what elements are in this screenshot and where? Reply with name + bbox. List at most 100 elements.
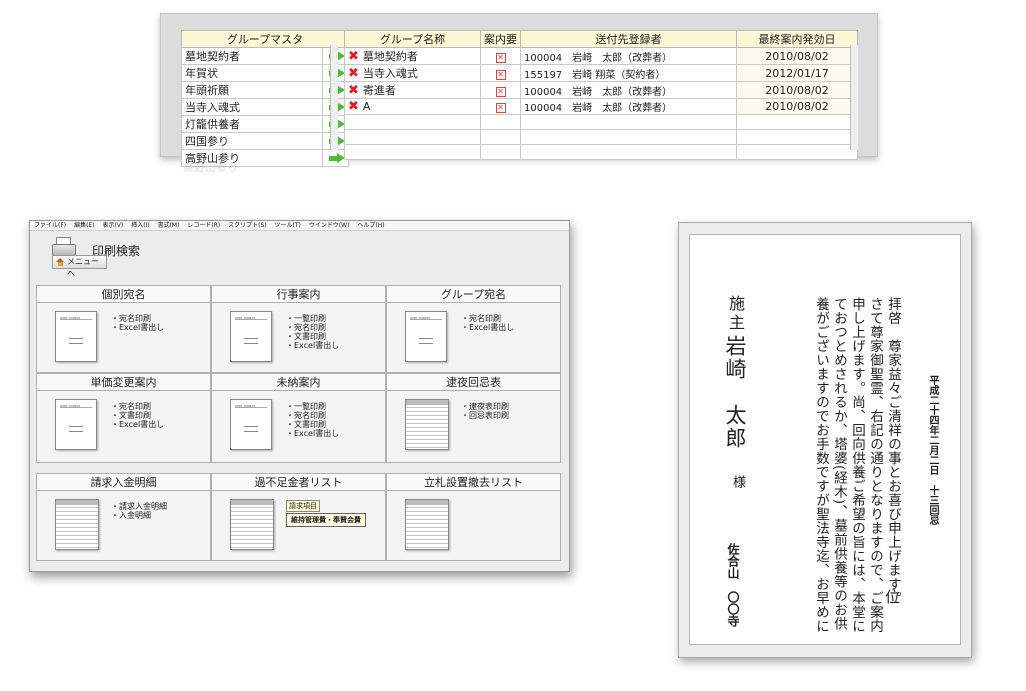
option-item[interactable]: ・宛名印刷 — [461, 314, 514, 323]
delete-icon[interactable]: ✖ — [348, 100, 359, 114]
col-last-notice-date: 最終案内発効日 — [736, 30, 858, 48]
panel-reflection: 高野山参り — [183, 161, 238, 174]
table-row[interactable]: ✖ 寄進者 ✕ 100004 岩崎 太郎（改葬者） 2010/08/02 — [344, 81, 858, 99]
master-row[interactable]: 墓地契約者 — [181, 47, 349, 65]
menu-insert[interactable]: 挿入(I) — [131, 222, 149, 229]
master-row[interactable]: 年頭祈願 — [181, 81, 349, 99]
spreadsheet-icon — [405, 499, 449, 550]
col-notice-required: 案内要 — [480, 30, 521, 48]
document-icon: ▭▭ ▭▭▭ — [55, 311, 97, 362]
table-row[interactable]: ✖ 墓地契約者 ✕ 100004 岩崎 太郎（改葬者） 2010/08/02 — [344, 47, 858, 65]
option-billing-details[interactable]: 請求入金明細 ・請求入金明細 ・入金明細 — [36, 473, 211, 561]
option-item[interactable]: ・一覧印刷 — [286, 314, 339, 323]
option-over-short-list[interactable]: 過不足金者リスト 請求項目 維持管理費・奉賛会費 — [211, 473, 386, 561]
col-group-name: グループ名称 — [344, 30, 481, 48]
checkbox-icon[interactable]: ✕ — [495, 52, 506, 63]
billing-item-value[interactable]: 維持管理費・奉賛会費 — [286, 513, 366, 527]
menu-window[interactable]: ウインドウ(W) — [309, 222, 350, 229]
detail-scrollbar[interactable] — [850, 45, 858, 150]
last-notice-date: 2012/01/17 — [736, 64, 858, 82]
letter-date: 平成二十四年二月二日 十三回忌 — [927, 375, 938, 525]
option-title: 個別宛名 — [37, 286, 210, 303]
menu-file[interactable]: ファイル(F) — [34, 222, 66, 229]
option-item[interactable]: ・宛名印刷 — [111, 314, 164, 323]
letter-line: 養がございますのでお手数ですが聖法寺迄、お早めに — [813, 297, 829, 633]
letter-chief-mourner-label: 施主 — [726, 295, 745, 333]
option-item[interactable]: ・Excel書出し — [286, 341, 339, 350]
green-arrow-icon[interactable] — [329, 153, 345, 164]
master-row-label: 四国参り — [181, 132, 323, 150]
letter-honorific: 様 — [730, 475, 745, 488]
menu-view[interactable]: 表示(V) — [102, 222, 123, 229]
option-item[interactable]: ・宛名印刷 — [286, 323, 339, 332]
option-group-address[interactable]: グループ宛名 ▭▭ ▭▭▭ ・宛名印刷 ・Excel書出し — [386, 285, 561, 373]
recipient: 155197 岩崎 翔菜（契約者） — [520, 64, 737, 82]
document-icon: ▭▭ ▭▭▭ — [405, 311, 447, 362]
menu-record[interactable]: レコード(R) — [187, 222, 220, 229]
master-row-label: 年頭祈願 — [181, 81, 323, 99]
last-notice-date: 2010/08/02 — [736, 98, 858, 115]
option-item[interactable]: ・入金明細 — [111, 511, 167, 520]
menu-help[interactable]: ヘルプ(H) — [357, 222, 384, 229]
table-row[interactable]: ✖ A ✕ 100004 岩崎 太郎（改葬者） 2010/08/02 — [344, 98, 858, 115]
spreadsheet-icon — [230, 499, 274, 550]
group-master-panel: グループマスタ 墓地契約者 年賀状 年頭祈願 当寺入魂式 灯籠供養者 四国参り … — [160, 13, 878, 167]
group-name: A — [362, 100, 371, 113]
menu-format[interactable]: 書式(M) — [158, 222, 180, 229]
table-row-empty[interactable] — [344, 114, 858, 130]
option-item[interactable]: ・文書印刷 — [286, 332, 339, 341]
checkbox-icon[interactable]: ✕ — [495, 69, 506, 80]
option-event-notice[interactable]: 行事案内 ▭▭ ▭▭▭ ・一覧印刷 ・宛名印刷 ・文書印刷 ・Excel書出し — [211, 285, 386, 373]
billing-item-label: 請求項目 — [286, 500, 320, 512]
back-to-menu-button[interactable]: メニューへ — [52, 255, 107, 278]
delete-icon[interactable]: ✖ — [348, 49, 359, 64]
option-item[interactable]: ・逮夜表印刷 — [461, 402, 509, 411]
option-individual-address[interactable]: 個別宛名 ▭▭ ▭▭▭ ・宛名印刷 ・Excel書出し — [36, 285, 211, 373]
table-row-empty[interactable] — [344, 129, 858, 145]
option-item[interactable]: ・回忌表印刷 — [461, 411, 509, 420]
recipient: 100004 岩崎 太郎（改葬者） — [520, 81, 737, 99]
option-item[interactable]: ・Excel書出し — [111, 323, 164, 332]
option-unpaid-notice[interactable]: 未納案内 ▭▭ ▭▭▭ ・一覧印刷 ・宛名印刷 ・文書印刷 ・Excel書出し — [211, 373, 386, 463]
option-signboard-list[interactable]: 立札設置撤去リスト — [386, 473, 561, 561]
option-item[interactable]: ・一覧印刷 — [286, 402, 339, 411]
option-item[interactable]: ・請求入金明細 — [111, 502, 167, 511]
master-row[interactable]: 年賀状 — [181, 64, 349, 82]
print-search-window: ファイル(F) 編集(E) 表示(V) 挿入(I) 書式(M) レコード(R) … — [29, 220, 570, 572]
option-item[interactable]: ・宛名印刷 — [286, 411, 339, 420]
master-row-label: 灯籠供養者 — [181, 115, 323, 133]
option-item[interactable]: ・宛名印刷 — [111, 402, 164, 411]
delete-icon[interactable]: ✖ — [348, 66, 359, 81]
col-recipient: 送付先登録者 — [520, 30, 737, 48]
option-price-change-notice[interactable]: 単価変更案内 ▭▭ ▭▭▭ ・宛名印刷 ・文書印刷 ・Excel書出し — [36, 373, 211, 463]
option-item[interactable]: ・Excel書出し — [111, 420, 164, 429]
option-memorial-table[interactable]: 逮夜回忌表 ・逮夜表印刷 ・回忌表印刷 — [386, 373, 561, 463]
master-row-label: 年賀状 — [181, 64, 323, 82]
home-icon — [56, 258, 65, 267]
checkbox-icon[interactable]: ✕ — [495, 86, 506, 97]
group-name: 墓地契約者 — [362, 50, 418, 63]
spreadsheet-icon — [405, 399, 449, 450]
group-name: 寄進者 — [362, 84, 396, 97]
letter-recipient-name: 岩崎 太郎 — [723, 335, 747, 450]
option-item[interactable]: ・文書印刷 — [111, 411, 164, 420]
billing-item-field[interactable]: 請求項目 維持管理費・奉賛会費 — [286, 500, 366, 527]
menu-tools[interactable]: ツール(T) — [275, 222, 301, 229]
menu-script[interactable]: スクリプト(S) — [228, 222, 267, 229]
table-row-empty[interactable] — [344, 144, 858, 160]
option-item[interactable]: ・文書印刷 — [286, 420, 339, 429]
table-row[interactable]: ✖ 当寺入魂式 ✕ 155197 岩崎 翔菜（契約者） 2012/01/17 — [344, 64, 858, 82]
option-title: 過不足金者リスト — [212, 474, 385, 491]
menu-edit[interactable]: 編集(E) — [74, 222, 94, 229]
master-row[interactable]: 四国参り — [181, 132, 349, 150]
letter-sheet: 平成二十四年二月二日 十三回忌 拝啓 尊家益々ご清祥の事とお喜び申上げます。 さ… — [689, 234, 961, 645]
master-row[interactable]: 灯籠供養者 — [181, 115, 349, 133]
recipient: 100004 岩崎 太郎（改葬者） — [520, 98, 737, 115]
master-row-label: 墓地契約者 — [181, 47, 323, 65]
delete-icon[interactable]: ✖ — [348, 83, 359, 98]
option-item[interactable]: ・Excel書出し — [286, 429, 339, 438]
option-item[interactable]: ・Excel書出し — [461, 323, 514, 332]
checkbox-icon[interactable]: ✕ — [495, 103, 506, 113]
master-scrollbar[interactable] — [330, 45, 338, 150]
master-row[interactable]: 当寺入魂式 — [181, 98, 349, 116]
